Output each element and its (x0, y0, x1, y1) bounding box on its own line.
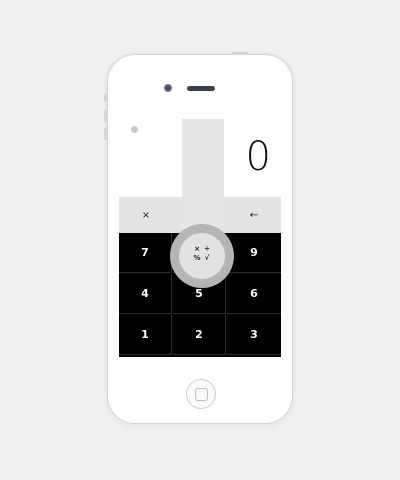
backspace-button[interactable]: ← (227, 197, 281, 233)
volume-up-button (104, 110, 107, 122)
knob-operator-labels: × ÷ % √ (179, 245, 225, 263)
knob-sqrt-label: √ (204, 254, 210, 262)
calculator-screen: 0 × ← 7 8 9 4 5 6 1 2 3 ×÷ %√ (119, 119, 281, 357)
volume-down-button (104, 128, 107, 140)
knob-percent-label: % (193, 254, 201, 262)
key-6[interactable]: 6 (227, 274, 281, 314)
display-value: 0 (245, 134, 271, 180)
speaker-grille (187, 86, 215, 91)
knob-divide-label: ÷ (204, 245, 210, 253)
key-7[interactable]: 7 (119, 233, 172, 273)
key-9[interactable]: 9 (227, 233, 281, 273)
key-1[interactable]: 1 (119, 315, 172, 355)
key-4[interactable]: 4 (119, 274, 172, 314)
home-button[interactable] (186, 379, 216, 409)
home-square-icon (195, 388, 208, 401)
front-camera-icon (164, 84, 172, 92)
key-3[interactable]: 3 (227, 315, 281, 355)
key-2[interactable]: 2 (173, 315, 226, 355)
mute-switch (104, 94, 107, 102)
multiply-button[interactable]: × (119, 197, 173, 233)
power-button (232, 52, 248, 55)
knob-multiply-label: × (194, 245, 200, 253)
info-icon[interactable] (131, 126, 138, 133)
